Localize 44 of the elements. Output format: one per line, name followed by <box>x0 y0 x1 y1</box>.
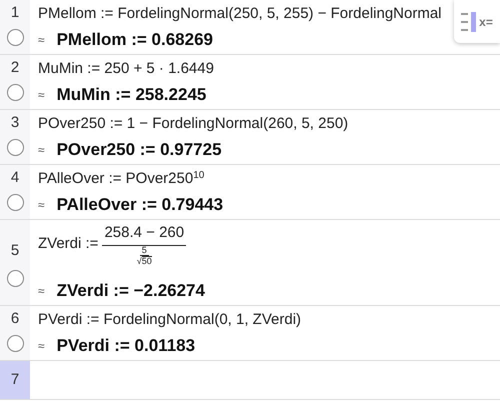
row-number: 7 <box>10 370 20 390</box>
output-value: PMellom := 0.68269 <box>56 29 213 51</box>
row-number: 2 <box>10 58 20 78</box>
row-gutter[interactable]: 4 <box>0 165 30 219</box>
approx-sign: ≈ <box>38 197 45 214</box>
approx-sign: ≈ <box>38 142 45 159</box>
row-number: 5 <box>10 240 20 261</box>
input-formula[interactable]: ZVerdi := <box>38 232 98 255</box>
input-formula[interactable]: POver250 := 1 − FordelingNormal(260, 5, 250) <box>38 115 348 132</box>
row-number: 1 <box>10 3 20 23</box>
list-icon <box>461 12 478 32</box>
row-number: 6 <box>10 309 20 329</box>
output-value: PAlleOver := 0.79443 <box>56 194 224 216</box>
row-gutter[interactable]: 2 <box>0 55 30 109</box>
input-formula[interactable]: PVerdi := FordelingNormal(0, 1, ZVerdi) <box>38 311 302 328</box>
numerator: 258.4 − 260 <box>102 222 186 246</box>
output-value: ZVerdi := −2.26274 <box>56 280 205 302</box>
approx-sign: ≈ <box>38 87 45 104</box>
row-gutter[interactable]: 6 <box>0 306 30 360</box>
input-formula[interactable]: PMellom := FordelingNormal(250, 5, 255) − FordelingNormal <box>38 5 442 22</box>
approx-sign: ≈ <box>38 338 45 355</box>
radical-sign: √ <box>136 256 142 266</box>
visibility-toggle[interactable] <box>6 194 24 210</box>
approx-sign: ≈ <box>38 32 45 49</box>
row-number: 3 <box>10 113 20 133</box>
visibility-toggle[interactable] <box>6 28 24 46</box>
approx-sign: ≈ <box>38 283 45 300</box>
keyboard-toggle-button[interactable]: x= <box>454 0 500 43</box>
radicand: 50 <box>142 256 152 266</box>
row-gutter[interactable]: 5 <box>0 220 30 305</box>
row-gutter[interactable]: 1 <box>0 0 30 54</box>
output-value: POver250 := 0.97725 <box>56 139 222 161</box>
input-formula[interactable]: PAlleOver := POver250$^{10}$ <box>38 170 204 187</box>
row-number: 4 <box>10 168 20 188</box>
input-formula[interactable]: MuMin := 250 + 5 · 1.6449 <box>38 60 214 77</box>
visibility-toggle[interactable] <box>6 334 24 352</box>
visibility-toggle[interactable] <box>6 138 24 156</box>
row-gutter[interactable]: 3 <box>0 110 30 164</box>
row-gutter[interactable]: 7 <box>0 361 30 399</box>
visibility-toggle[interactable] <box>6 270 24 288</box>
visibility-toggle[interactable] <box>6 84 24 100</box>
output-value: MuMin := 258.2245 <box>56 84 206 106</box>
output-value: PVerdi := 0.01183 <box>56 335 196 357</box>
inner-numerator: 5 <box>140 246 149 256</box>
